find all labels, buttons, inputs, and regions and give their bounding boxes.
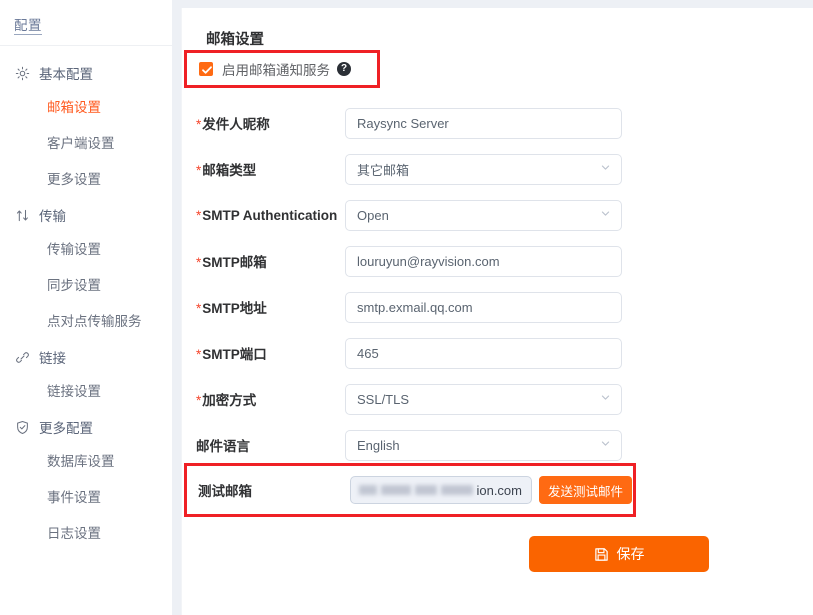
sidebar-group-2[interactable]: 传输 <box>0 198 172 232</box>
form-row-1: *发件人昵称 Raysync Server <box>182 100 802 146</box>
field-control-7: SSL/TLS <box>345 383 622 415</box>
form-row-7: *加密方式 SSL/TLS <box>182 376 802 422</box>
test-mail-value: ion.com <box>476 482 522 498</box>
sidebar-item-1-1[interactable]: 邮箱设置 <box>0 90 172 126</box>
field-label-7: *加密方式 <box>182 389 345 409</box>
field-label-text: SMTP Authentication <box>202 207 338 223</box>
sidebar-item-4-2[interactable]: 事件设置 <box>0 480 172 516</box>
sidebar-item-2-2[interactable]: 同步设置 <box>0 268 172 304</box>
field-label-5: *SMTP地址 <box>182 297 345 317</box>
required-asterisk: * <box>196 117 202 132</box>
select-8[interactable]: English <box>345 429 622 461</box>
input-4[interactable]: louruyun@rayvision.com <box>345 245 622 277</box>
field-label-1: *发件人昵称 <box>182 113 345 133</box>
select-2[interactable]: 其它邮箱 <box>345 153 622 185</box>
field-control-4: louruyun@rayvision.com <box>345 245 622 277</box>
field-label-3: *SMTP Authentication <box>182 208 345 223</box>
sidebar-group-1[interactable]: 基本配置 <box>0 56 172 90</box>
form-row-8: 邮件语言 English <box>182 422 802 468</box>
field-control-3: Open <box>345 199 622 231</box>
shield-check-icon <box>14 419 30 435</box>
sidebar-group-label: 传输 <box>39 209 66 224</box>
field-label-6: *SMTP端口 <box>182 343 345 363</box>
sidebar-group-4[interactable]: 更多配置 <box>0 410 172 444</box>
link-icon <box>14 349 30 365</box>
sidebar: 配置 基本配置邮箱设置 客户端设置 更多设置传输传输设置 同步设置 点对点传输服务链接链… <box>0 8 172 615</box>
required-asterisk: * <box>196 393 202 408</box>
sidebar-item-1-3[interactable]: 更多设置 <box>0 162 172 198</box>
required-asterisk: * <box>196 301 202 316</box>
brand-label: 配置 <box>14 18 42 35</box>
test-mail-input[interactable]: ion.com <box>350 476 532 504</box>
gear-icon <box>14 65 30 81</box>
sidebar-item-3-1[interactable]: 链接设置 <box>0 374 172 410</box>
sidebar-group-label: 链接 <box>39 351 66 366</box>
test-mail-label: 测试邮箱 <box>198 484 252 499</box>
send-test-mail-button[interactable]: 发送测试邮件 <box>539 476 633 504</box>
field-label-2: *邮箱类型 <box>182 159 345 179</box>
form-row-5: *SMTP地址 smtp.exmail.qq.com <box>182 284 802 330</box>
field-control-2: 其它邮箱 <box>345 153 622 185</box>
field-label-4: *SMTP邮箱 <box>182 251 345 271</box>
input-5[interactable]: smtp.exmail.qq.com <box>345 291 622 323</box>
required-asterisk: * <box>196 163 202 178</box>
field-label-text: 加密方式 <box>202 393 257 408</box>
field-label-text: 邮箱类型 <box>202 163 257 178</box>
field-label-text: SMTP端口 <box>202 347 267 362</box>
mail-settings-form: *发件人昵称 Raysync Server *邮箱类型 其它邮箱 *SMTP Authe… <box>182 100 802 468</box>
top-band-left-gap <box>0 0 172 8</box>
transfer-arrows-icon <box>14 207 30 223</box>
enable-notification-label: 启用邮箱通知服务 <box>222 63 330 78</box>
save-disk-icon <box>594 547 609 562</box>
select-3[interactable]: Open <box>345 199 622 231</box>
field-label-text: SMTP地址 <box>202 301 267 316</box>
required-asterisk: * <box>196 255 202 270</box>
sidebar-item-4-1[interactable]: 数据库设置 <box>0 444 172 480</box>
brand[interactable]: 配置 <box>0 8 172 45</box>
sidebar-item-2-3[interactable]: 点对点传输服务 <box>0 304 172 340</box>
sidebar-item-4-3[interactable]: 日志设置 <box>0 516 172 552</box>
enable-notification-checkbox[interactable] <box>199 62 213 76</box>
form-row-2: *邮箱类型 其它邮箱 <box>182 146 802 192</box>
enable-notification-row[interactable]: 启用邮箱通知服务 ? <box>187 53 377 85</box>
content-panel: 邮箱设置 启用邮箱通知服务 ? *发件人昵称 Raysync Server *邮箱类… <box>182 8 813 615</box>
field-label-text: 发件人昵称 <box>202 117 270 132</box>
enable-notification-highlight: 启用邮箱通知服务 ? <box>184 50 380 88</box>
sidebar-item-2-1[interactable]: 传输设置 <box>0 232 172 268</box>
sidebar-group-3[interactable]: 链接 <box>0 340 172 374</box>
required-asterisk: * <box>196 347 202 362</box>
save-button-label: 保存 <box>616 546 645 562</box>
select-7[interactable]: SSL/TLS <box>345 383 622 415</box>
save-button[interactable]: 保存 <box>529 536 709 572</box>
input-6[interactable]: 465 <box>345 337 622 369</box>
sidebar-nav: 基本配置邮箱设置 客户端设置 更多设置传输传输设置 同步设置 点对点传输服务链接链接设置… <box>0 46 172 552</box>
field-label-text: SMTP邮箱 <box>202 255 267 270</box>
field-control-1: Raysync Server <box>345 107 622 139</box>
sidebar-group-label: 基本配置 <box>39 67 93 82</box>
field-label-8: 邮件语言 <box>182 435 345 455</box>
field-control-6: 465 <box>345 337 622 369</box>
input-1[interactable]: Raysync Server <box>345 107 622 139</box>
help-circle-icon[interactable]: ? <box>337 62 351 76</box>
field-control-8: English <box>345 429 622 461</box>
test-mail-highlight: 测试邮箱 ion.com 发送测试邮件 <box>184 463 636 517</box>
test-mail-row: 测试邮箱 ion.com 发送测试邮件 <box>187 466 633 514</box>
field-label-text: 邮件语言 <box>196 439 250 454</box>
sidebar-group-label: 更多配置 <box>39 421 93 436</box>
page-title: 邮箱设置 <box>206 32 264 48</box>
sidebar-content-divider <box>172 0 181 615</box>
required-asterisk: * <box>196 207 202 223</box>
app-root: 配置 基本配置 邮箱设置 客户端设置 更多设置 传输 传输设置 同步设置 点对点传输服务 链接链… <box>0 0 813 615</box>
field-control-5: smtp.exmail.qq.com <box>345 291 622 323</box>
form-row-4: *SMTP邮箱 louruyun@rayvision.com <box>182 238 802 284</box>
form-row-6: *SMTP端口 465 <box>182 330 802 376</box>
sidebar-item-1-2[interactable]: 客户端设置 <box>0 126 172 162</box>
form-row-3: *SMTP Authentication Open <box>182 192 802 238</box>
